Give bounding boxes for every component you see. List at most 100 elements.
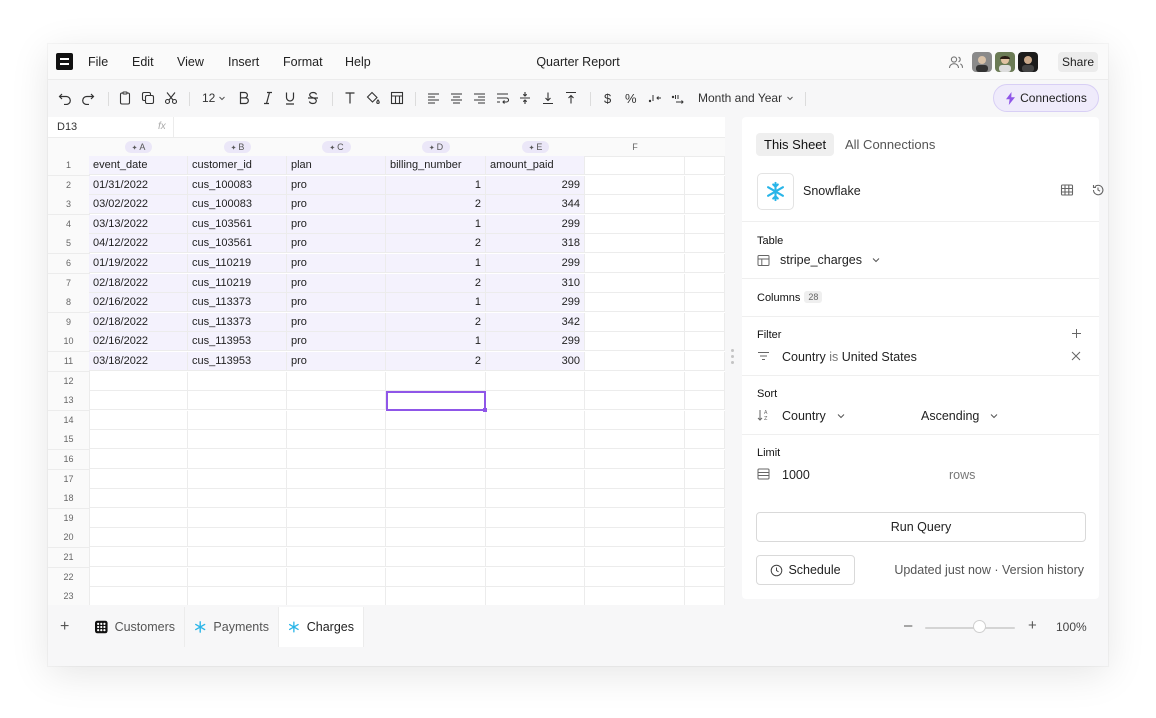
table-cell[interactable]	[486, 371, 585, 391]
table-cell[interactable]	[685, 234, 725, 254]
table-cell[interactable]: 300	[486, 352, 585, 371]
date-format-select[interactable]: Month and Year	[698, 89, 794, 107]
row-number[interactable]: 19	[48, 508, 90, 529]
column-name-cell[interactable]: plan	[287, 156, 386, 175]
valign-middle-icon[interactable]	[519, 89, 531, 107]
add-sheet-icon[interactable]: +	[60, 618, 69, 636]
column-name-cell[interactable]: event_date	[89, 156, 188, 175]
table-cell[interactable]	[188, 410, 287, 430]
tab-charges[interactable]: Charges	[279, 607, 364, 647]
sort-order-select[interactable]: Ascending	[921, 409, 999, 423]
table-cell[interactable]	[188, 508, 287, 528]
tab-this-sheet[interactable]: This Sheet	[756, 133, 835, 156]
table-cell[interactable]: 2	[386, 312, 486, 332]
table-cell[interactable]	[685, 332, 725, 352]
italic-icon[interactable]	[262, 89, 274, 107]
row-number[interactable]: 16	[48, 450, 90, 470]
run-query-button[interactable]: Run Query	[756, 512, 1086, 542]
table-cell[interactable]	[386, 489, 486, 509]
table-cell[interactable]	[89, 587, 188, 605]
table-cell[interactable]	[188, 489, 287, 509]
table-cell[interactable]	[89, 469, 188, 489]
table-cell[interactable]	[685, 175, 725, 195]
table-cell[interactable]: pro	[287, 293, 386, 313]
table-cell[interactable]	[585, 214, 685, 234]
table-cell[interactable]	[188, 450, 287, 469]
column-header[interactable]: ✦ D	[386, 138, 487, 157]
table-cell[interactable]: cus_113953	[188, 352, 287, 371]
row-number[interactable]: 2	[48, 175, 90, 196]
table-cell[interactable]	[188, 371, 287, 391]
cell-reference[interactable]: D13	[57, 121, 77, 133]
row-number[interactable]: 13	[48, 391, 90, 412]
table-view-icon[interactable]	[1060, 183, 1074, 197]
table-cell[interactable]	[287, 450, 386, 469]
table-cell[interactable]: 02/16/2022	[89, 293, 188, 313]
table-cell[interactable]: cus_113373	[188, 293, 287, 313]
table-cell[interactable]	[287, 391, 386, 411]
table-cell[interactable]	[287, 508, 386, 528]
cut-icon[interactable]	[164, 89, 178, 107]
table-cell[interactable]: 342	[486, 312, 585, 332]
fill-color-icon[interactable]	[366, 89, 380, 107]
table-cell[interactable]	[585, 332, 685, 352]
table-cell[interactable]: cus_103561	[188, 214, 287, 234]
table-cell[interactable]	[685, 489, 725, 509]
row-number[interactable]: 17	[48, 469, 90, 490]
table-cell[interactable]	[188, 430, 287, 450]
undo-icon[interactable]	[58, 89, 72, 107]
table-cell[interactable]: 2	[386, 195, 486, 215]
table-cell[interactable]: pro	[287, 195, 386, 215]
row-number[interactable]: 8	[48, 293, 90, 314]
collaborators-icon[interactable]	[948, 54, 964, 70]
zoom-slider-thumb[interactable]	[973, 620, 986, 633]
table-cell[interactable]	[287, 548, 386, 567]
table-cell[interactable]	[89, 391, 188, 411]
table-cell[interactable]: 02/16/2022	[89, 332, 188, 352]
table-cell[interactable]	[486, 587, 585, 605]
table-cell[interactable]: 299	[486, 332, 585, 352]
table-cell[interactable]: 344	[486, 195, 585, 215]
table-cell[interactable]	[585, 508, 685, 528]
decrease-decimal-icon[interactable]	[648, 89, 662, 107]
table-cell[interactable]	[685, 548, 725, 567]
table-cell[interactable]	[685, 371, 725, 391]
table-cell[interactable]	[486, 548, 585, 567]
table-cell[interactable]	[685, 391, 725, 411]
table-cell[interactable]: 299	[486, 214, 585, 234]
avatar-3[interactable]	[1018, 52, 1038, 72]
row-number[interactable]: 12	[48, 371, 90, 392]
table-cell[interactable]: 2	[386, 352, 486, 371]
table-cell[interactable]	[486, 430, 585, 450]
table-cell[interactable]	[685, 508, 725, 528]
table-cell[interactable]	[685, 312, 725, 332]
avatar-1[interactable]	[972, 52, 992, 72]
table-cell[interactable]	[287, 528, 386, 548]
table-cell[interactable]	[287, 469, 386, 489]
table-cell[interactable]	[585, 430, 685, 450]
table-cell[interactable]	[287, 567, 386, 587]
table-cell[interactable]	[386, 548, 486, 567]
table-cell[interactable]: cus_110219	[188, 273, 287, 293]
row-number[interactable]: 22	[48, 567, 90, 588]
history-icon[interactable]	[1091, 183, 1105, 197]
tab-customers[interactable]: Customers	[86, 607, 185, 647]
table-cell[interactable]	[89, 489, 188, 509]
add-filter-icon[interactable]	[1071, 328, 1082, 339]
table-cell[interactable]	[89, 548, 188, 567]
table-cell[interactable]	[685, 254, 725, 273]
menu-help[interactable]: Help	[345, 55, 371, 69]
row-number[interactable]: 5	[48, 234, 90, 255]
table-cell[interactable]: cus_113373	[188, 312, 287, 332]
table-cell[interactable]	[685, 293, 725, 313]
table-cell[interactable]	[685, 469, 725, 489]
table-cell[interactable]	[287, 371, 386, 391]
table-cell[interactable]	[585, 312, 685, 332]
table-cell[interactable]	[685, 567, 725, 587]
table-cell[interactable]	[585, 195, 685, 215]
row-number[interactable]: 1	[48, 156, 90, 176]
table-cell[interactable]	[386, 371, 486, 391]
table-cell[interactable]	[188, 469, 287, 489]
table-cell[interactable]: cus_100083	[188, 195, 287, 215]
wrap-text-icon[interactable]	[496, 89, 510, 107]
